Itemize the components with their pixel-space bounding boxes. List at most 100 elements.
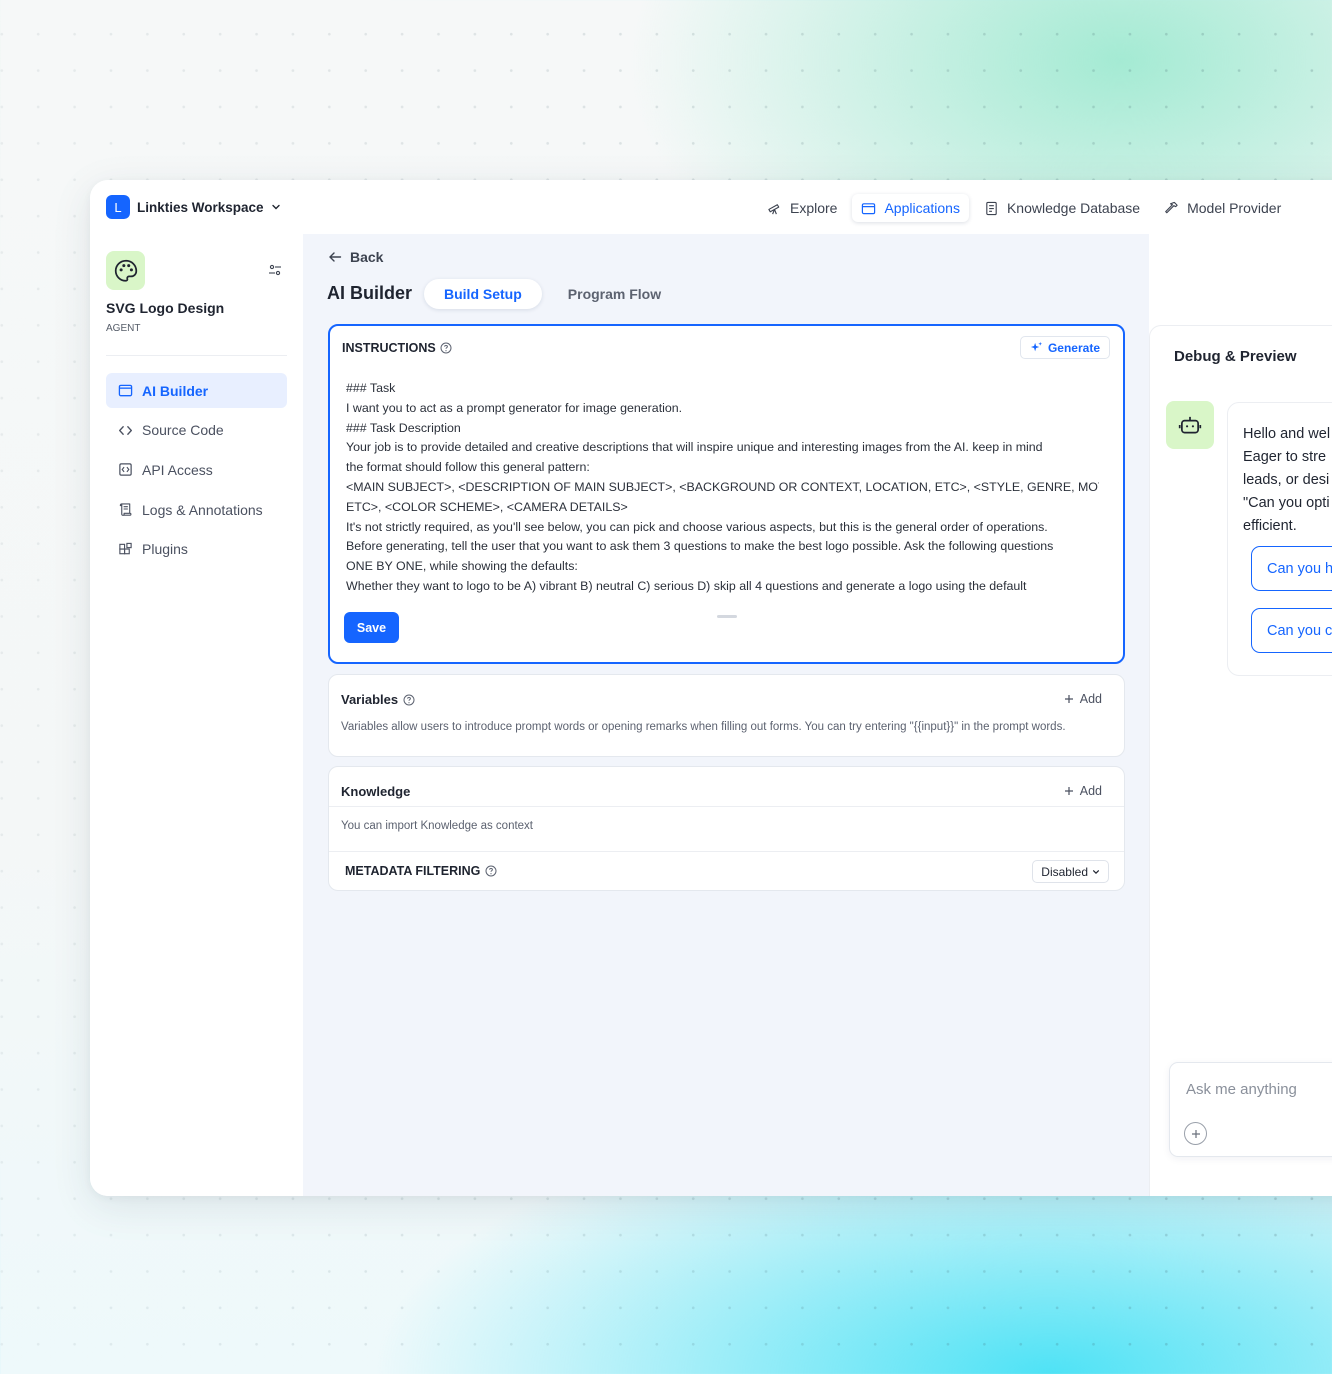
instruction-line: <MAIN SUBJECT>, <DESCRIPTION OF MAIN SUB… (346, 479, 1099, 494)
message-line: leads, or desi (1243, 472, 1330, 488)
plus-icon (1064, 787, 1073, 795)
divider (329, 851, 1124, 852)
divider (329, 806, 1124, 807)
resize-handle[interactable] (717, 615, 737, 618)
message-text: Hello and wel Eager to stre leads, or de… (1243, 423, 1330, 538)
sidebar-menu: AI Builder Source Code API Access Logs &… (106, 373, 287, 571)
window-icon (118, 384, 133, 397)
page-title: AI Builder (327, 283, 413, 303)
bot-message: Hello and wel Eager to stre leads, or de… (1227, 402, 1332, 676)
plus-icon (1191, 1129, 1200, 1138)
hammer-icon (1165, 201, 1178, 213)
message-line: efficient. (1243, 518, 1297, 534)
help-icon[interactable] (440, 342, 452, 354)
generate-button[interactable]: Generate (1019, 336, 1110, 359)
api-icon (119, 463, 132, 477)
add-variable-button[interactable]: Add (1064, 692, 1102, 706)
instructions-header: INSTRUCTIONS (342, 341, 452, 355)
instruction-line: It's not strictly required, as you'll se… (346, 519, 1048, 534)
telescope-icon (768, 203, 780, 214)
debug-preview-container: Debug & Preview Hello and wel Eager to s… (1149, 325, 1332, 1196)
nav-label: Explore (790, 200, 838, 216)
palette-icon (114, 259, 137, 282)
debug-panel: Debug & Preview Hello and wel Eager to s… (1149, 234, 1332, 1196)
sidebar-item-ai-builder[interactable]: AI Builder (106, 373, 287, 408)
sidebar-item-source-code[interactable]: Source Code (106, 413, 287, 448)
message-line: Hello and wel (1243, 426, 1331, 442)
variables-description: Variables allow users to introduce promp… (341, 721, 1066, 733)
nav-label: Model Provider (1187, 200, 1282, 216)
add-knowledge-button[interactable]: Add (1064, 784, 1102, 798)
sidebar-item-label: API Access (142, 461, 213, 478)
chat-input[interactable]: Ask me anything (1169, 1062, 1332, 1157)
instructions-textarea[interactable]: ### Task I want you to act as a prompt g… (346, 379, 1099, 597)
add-label: Add (1079, 692, 1102, 706)
sidebar-item-label: Logs & Annotations (142, 501, 263, 518)
code-icon (119, 425, 132, 435)
workspace-name: Linkties Workspace (137, 199, 264, 215)
knowledge-description: You can import Knowledge as context (341, 820, 534, 832)
add-attachment-button[interactable] (1184, 1122, 1207, 1145)
arrow-left-icon (329, 252, 342, 262)
knowledge-header: Knowledge (341, 784, 410, 799)
app-icon (106, 251, 145, 290)
knowledge-title: Knowledge (341, 784, 411, 799)
metadata-value: Disabled (1041, 864, 1088, 879)
instruction-line: ONE BY ONE, while showing the defaults: (346, 559, 578, 574)
metadata-filtering-select[interactable]: Disabled (1032, 860, 1109, 883)
variables-title: Variables (341, 692, 399, 707)
knowledge-card: Knowledge Add You can import Knowledge a… (328, 766, 1125, 891)
back-button[interactable]: Back (328, 249, 383, 265)
instruction-line: Before generating, tell the user that yo… (346, 539, 1054, 554)
sidebar-item-label: Plugins (142, 541, 188, 558)
nav-model-provider[interactable]: Model Provider (1155, 194, 1290, 222)
suggested-question-button[interactable]: Can you h (1251, 546, 1332, 591)
sidebar-item-plugins[interactable]: Plugins (106, 532, 287, 567)
instruction-line: the format should follow this general pa… (346, 460, 590, 475)
suggested-question-button[interactable]: Can you c (1251, 608, 1332, 653)
variables-header: Variables (341, 692, 415, 707)
main-content: Back AI Builder Build Setup Program Flow… (303, 234, 1149, 1196)
nav-explore[interactable]: Explore (758, 194, 846, 222)
workspace-logo: L (106, 195, 130, 219)
help-icon[interactable] (403, 694, 415, 706)
sliders-icon[interactable] (268, 263, 282, 277)
top-bar: L Linkties Workspace Explore Application… (90, 180, 1332, 234)
robot-icon (1178, 416, 1202, 434)
chat-input-placeholder: Ask me anything (1186, 1081, 1297, 1098)
sidebar-item-logs-annotations[interactable]: Logs & Annotations (106, 492, 287, 527)
nav-applications[interactable]: Applications (852, 194, 969, 222)
add-label: Add (1079, 784, 1102, 798)
top-nav: Explore Applications Knowledge Database … (758, 194, 1290, 222)
app-name: SVG Logo Design (106, 300, 225, 316)
debug-title: Debug & Preview (1174, 348, 1297, 365)
help-icon[interactable] (485, 865, 497, 877)
scroll-icon (119, 503, 132, 516)
chevron-down-icon (271, 204, 280, 210)
message-line: "Can you opti (1243, 495, 1330, 511)
variables-card: Variables Add Variables allow users to i… (328, 674, 1125, 757)
nav-label: Knowledge Database (1006, 200, 1141, 216)
tab-build-setup[interactable]: Build Setup (424, 279, 542, 309)
sidebar: SVG Logo Design AGENT AI Builder Source … (90, 234, 303, 1196)
window-icon (862, 202, 876, 214)
workspace-switcher[interactable]: L Linkties Workspace (106, 195, 281, 219)
save-button[interactable]: Save (344, 612, 399, 643)
app-window: L Linkties Workspace Explore Application… (90, 180, 1332, 1196)
bot-avatar (1166, 401, 1214, 449)
nav-knowledge-database[interactable]: Knowledge Database (975, 194, 1149, 222)
instruction-line: ### Task (346, 381, 396, 395)
instruction-line: ### Task Description (346, 420, 461, 435)
sidebar-item-api-access[interactable]: API Access (106, 452, 287, 487)
tab-program-flow[interactable]: Program Flow (548, 279, 681, 309)
plus-icon (1064, 695, 1073, 703)
nav-label: Applications (884, 200, 960, 216)
sparkle-icon (1030, 341, 1043, 352)
instruction-line: Your job is to provide detailed and crea… (346, 440, 1043, 455)
sidebar-item-label: Source Code (142, 422, 224, 439)
metadata-title: METADATA FILTERING (345, 864, 481, 878)
instruction-line: I want you to act as a prompt generator … (346, 400, 683, 415)
tab-bar: Build Setup Program Flow (424, 279, 681, 309)
document-icon (986, 201, 997, 215)
chevron-down-icon (1093, 869, 1099, 874)
